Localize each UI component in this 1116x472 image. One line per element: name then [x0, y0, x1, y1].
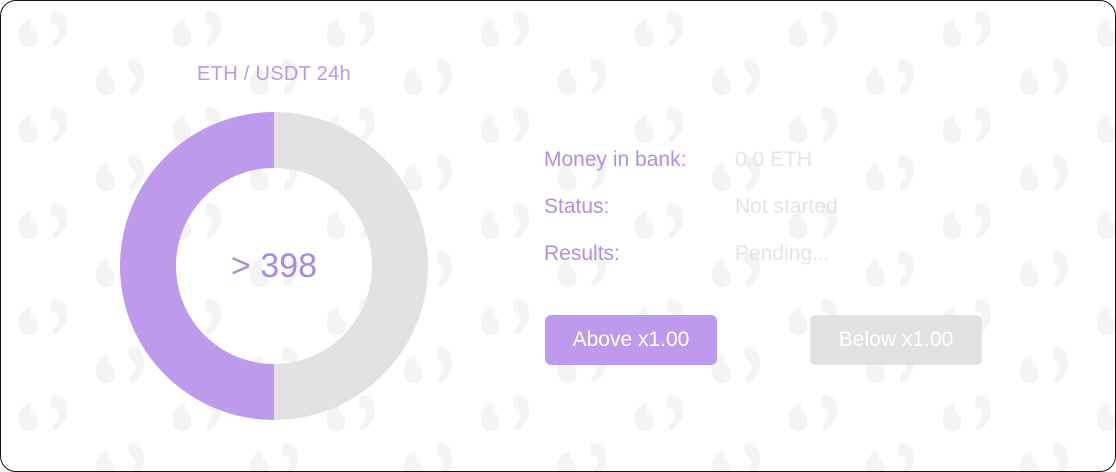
bet-above-button[interactable]: Above x1.00 [545, 315, 717, 365]
info-row-status: Status: Not started [544, 192, 838, 222]
info-row-money: Money in bank: 0.0 ETH [544, 145, 812, 175]
results-label: Results: [544, 242, 620, 265]
results-value: Pending... [735, 242, 830, 265]
probability-donut-chart: > 398 [120, 112, 428, 420]
market-pair-title: ETH / USDT 24h [197, 63, 351, 85]
info-row-results: Results: Pending... [544, 239, 830, 269]
bet-below-button[interactable]: Below x1.00 [810, 315, 982, 365]
bet-card: ETH / USDT 24h > 398 Money in bank: 0.0 … [0, 0, 1116, 472]
status-value: Not started [735, 195, 838, 218]
money-in-bank-value: 0.0 ETH [735, 148, 813, 171]
status-label: Status: [544, 195, 610, 218]
donut-center-value: > 398 [230, 246, 318, 285]
money-in-bank-label: Money in bank: [544, 148, 687, 171]
